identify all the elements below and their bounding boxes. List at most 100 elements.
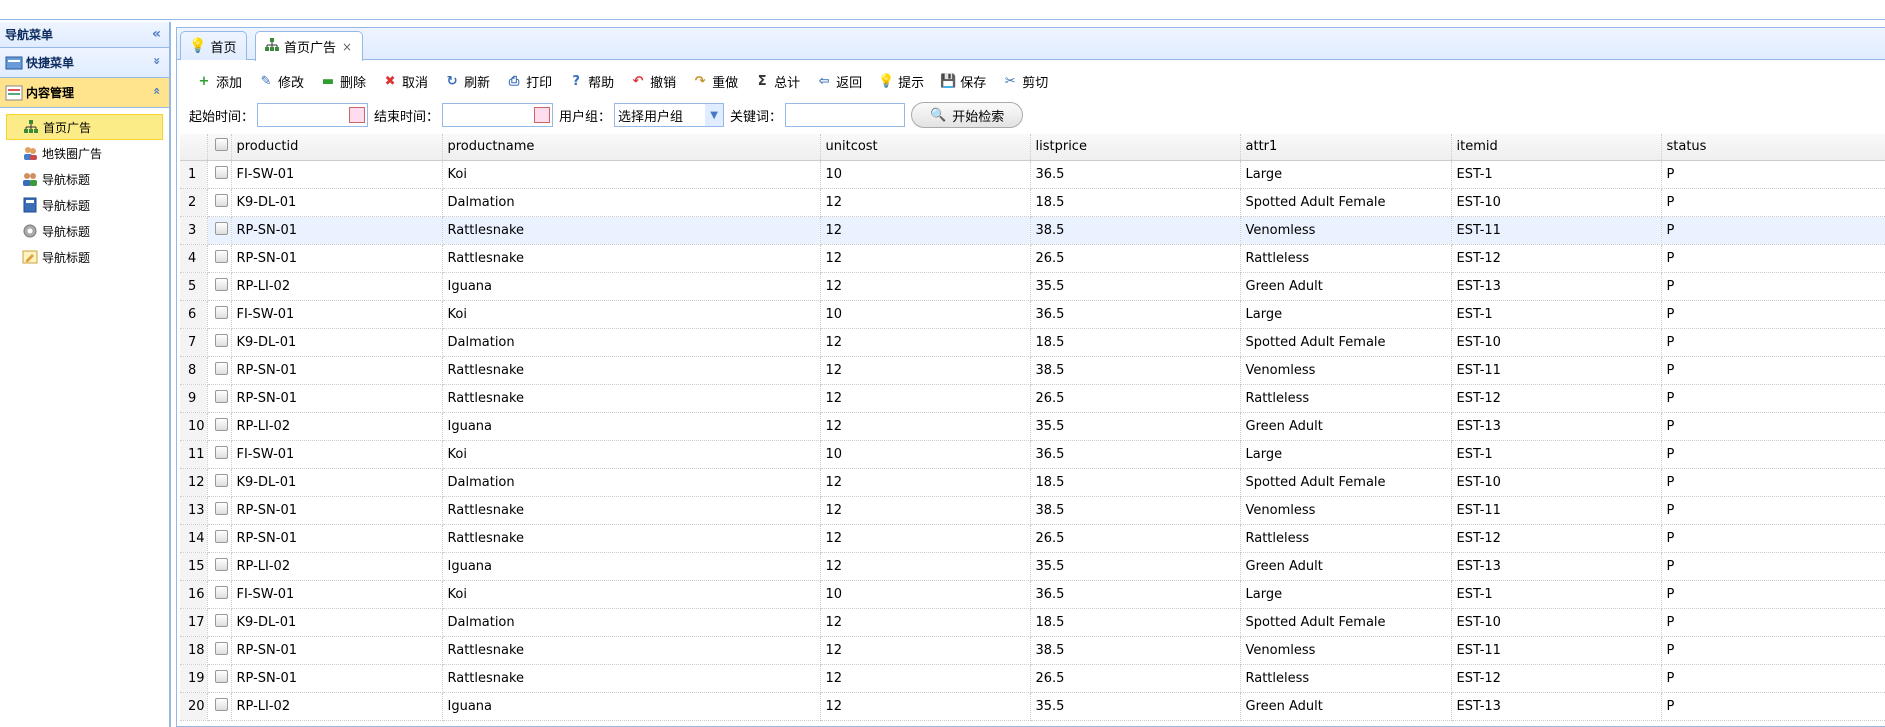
table-row[interactable]: 18 RP-SN-01 Rattlesnake 12 38.5 Venomless EST-… — [180, 636, 1885, 665]
row-checkbox[interactable] — [207, 188, 232, 217]
table-row[interactable]: 19 RP-SN-01 Rattlesnake 12 26.5 Rattleless EST… — [180, 664, 1885, 693]
keyword-input[interactable] — [785, 103, 906, 127]
cancel-button[interactable]: ✖ 取消 — [381, 72, 428, 91]
column-header-status[interactable]: status — [1661, 134, 1885, 161]
table-row[interactable]: 3 RP-SN-01 Rattlesnake 12 38.5 Venomless EST-1… — [180, 216, 1885, 245]
cell-attr1: Spotted Adult Female — [1240, 608, 1452, 637]
table-row[interactable]: 7 K9-DL-01 Dalmation 12 18.5 Spotted Adult Fe… — [180, 328, 1885, 357]
reload-icon: ↻ — [446, 73, 458, 89]
row-checkbox[interactable] — [207, 440, 232, 469]
tab-home[interactable]: 💡 首页 — [180, 31, 248, 60]
row-checkbox[interactable] — [207, 636, 232, 665]
row-checkbox[interactable] — [207, 468, 232, 497]
table-row[interactable]: 9 RP-SN-01 Rattlesnake 12 26.5 Rattleless EST-… — [180, 384, 1885, 413]
table-row[interactable]: 16 FI-SW-01 Koi 10 36.5 Large EST-1 P — [180, 580, 1885, 609]
row-checkbox[interactable] — [207, 692, 232, 721]
table-row[interactable]: 1 FI-SW-01 Koi 10 36.5 Large EST-1 P — [180, 160, 1885, 189]
cell-productname: Iguana — [442, 412, 821, 441]
row-checkbox[interactable] — [207, 384, 232, 413]
cut-button[interactable]: ✂ 剪切 — [1001, 72, 1048, 91]
row-checkbox[interactable] — [207, 496, 232, 525]
table-row[interactable]: 12 K9-DL-01 Dalmation 12 18.5 Spotted Adult F… — [180, 468, 1885, 497]
print-button[interactable]: ⎙ 打印 — [505, 72, 552, 91]
tree-item-nav-title-3[interactable]: 导航标题 — [6, 218, 169, 244]
row-checkbox[interactable] — [207, 608, 232, 637]
column-header-itemid[interactable]: itemid — [1451, 134, 1662, 161]
search-button[interactable]: 🔍 开始检索 — [911, 102, 1024, 128]
tree-item-nav-title-2[interactable]: 导航标题 — [6, 192, 169, 218]
print-icon: ⎙ — [508, 73, 520, 89]
tree-item-home-ads[interactable]: 首页广告 — [6, 114, 163, 140]
table-row[interactable]: 13 RP-SN-01 Rattlesnake 12 38.5 Venomless EST-… — [180, 496, 1885, 525]
table-row[interactable]: 6 FI-SW-01 Koi 10 36.5 Large EST-1 P — [180, 300, 1885, 329]
undo-button[interactable]: ↶ 撤销 — [629, 72, 676, 91]
row-checkbox[interactable] — [207, 356, 232, 385]
table-row[interactable]: 4 RP-SN-01 Rattlesnake 12 26.5 Rattleless EST-… — [180, 244, 1885, 273]
column-header-productname[interactable]: productname — [442, 134, 821, 161]
table-row[interactable]: 8 RP-SN-01 Rattlesnake 12 38.5 Venomless EST-1… — [180, 356, 1885, 385]
help-button[interactable]: ? 帮助 — [567, 72, 614, 91]
collapse-panel-icon[interactable]: « — [152, 26, 161, 42]
tree-item-metro-ads[interactable]: 地铁圈广告 — [6, 140, 169, 166]
content-icon — [5, 85, 23, 101]
row-number: 7 — [180, 328, 208, 357]
remove-button[interactable]: ▬ 删除 — [319, 72, 366, 91]
row-checkbox[interactable] — [207, 244, 232, 273]
user-group-select[interactable]: 选择用户组 ▼ — [614, 103, 725, 127]
user-group-value: 选择用户组 — [618, 109, 684, 125]
cell-attr1: Large — [1240, 160, 1452, 189]
row-checkbox[interactable] — [207, 664, 232, 693]
tree-item-nav-title-4[interactable]: 导航标题 — [6, 244, 169, 270]
accordion-content-management[interactable]: 内容管理 « — [0, 78, 169, 108]
row-checkbox[interactable] — [207, 216, 232, 245]
row-number: 10 — [180, 412, 208, 441]
save-button[interactable]: 💾 保存 — [939, 72, 986, 91]
row-checkbox[interactable] — [207, 272, 232, 301]
add-icon: + — [198, 73, 210, 89]
end-time-input[interactable] — [442, 103, 554, 127]
row-number: 16 — [180, 580, 208, 609]
row-checkbox[interactable] — [207, 412, 232, 441]
back-button[interactable]: ⇦ 返回 — [815, 72, 862, 91]
reload-button[interactable]: ↻ 刷新 — [443, 72, 490, 91]
chevron-down-icon[interactable]: » — [150, 57, 164, 65]
redo-button[interactable]: ↷ 重做 — [691, 72, 738, 91]
table-row[interactable]: 10 RP-LI-02 Iguana 12 35.5 Green Adult EST-13 P — [180, 412, 1885, 441]
select-all-checkbox[interactable] — [207, 134, 232, 161]
accordion-quick-menu[interactable]: 快捷菜单 » — [0, 48, 169, 78]
table-row[interactable]: 5 RP-LI-02 Iguana 12 35.5 Green Adult EST-13 P — [180, 272, 1885, 301]
row-checkbox[interactable] — [207, 524, 232, 553]
table-row[interactable]: 2 K9-DL-01 Dalmation 12 18.5 Spotted Adult Fe… — [180, 188, 1885, 217]
close-icon[interactable]: × — [342, 40, 352, 54]
cell-productname: Rattlesnake — [442, 356, 821, 385]
chevron-down-icon[interactable]: ▼ — [705, 104, 724, 126]
row-checkbox[interactable] — [207, 300, 232, 329]
add-button[interactable]: + 添加 — [195, 72, 242, 91]
row-checkbox[interactable] — [207, 160, 232, 189]
column-header-attr1[interactable]: attr1 — [1240, 134, 1452, 161]
calendar-icon[interactable] — [349, 107, 366, 123]
table-row[interactable]: 15 RP-LI-02 Iguana 12 35.5 Green Adult EST-13 P — [180, 552, 1885, 581]
column-header-unitcost[interactable]: unitcost — [820, 134, 1031, 161]
table-row[interactable]: 20 RP-LI-02 Iguana 12 35.5 Green Adult EST-13 P — [180, 692, 1885, 721]
edit-button[interactable]: ✎ 修改 — [257, 72, 304, 91]
row-checkbox[interactable] — [207, 552, 232, 581]
column-header-listprice[interactable]: listprice — [1030, 134, 1241, 161]
row-number: 18 — [180, 636, 208, 665]
user-group-label: 用户组： — [559, 109, 612, 125]
tip-button[interactable]: 💡 提示 — [877, 72, 924, 91]
row-number: 17 — [180, 608, 208, 637]
table-row[interactable]: 17 K9-DL-01 Dalmation 12 18.5 Spotted Adult F… — [180, 608, 1885, 637]
calendar-icon[interactable] — [534, 107, 551, 123]
tab-home-ads[interactable]: 首页广告 × — [255, 31, 364, 61]
start-time-input[interactable] — [257, 103, 369, 127]
row-checkbox[interactable] — [207, 580, 232, 609]
table-row[interactable]: 14 RP-SN-01 Rattlesnake 12 26.5 Rattleless EST… — [180, 524, 1885, 553]
row-checkbox[interactable] — [207, 328, 232, 357]
chevron-up-icon[interactable]: « — [150, 87, 164, 95]
column-header-productid[interactable]: productid — [231, 134, 443, 161]
sum-button[interactable]: Σ 总计 — [753, 72, 800, 91]
row-number: 5 — [180, 272, 208, 301]
tree-item-nav-title-1[interactable]: 导航标题 — [6, 166, 169, 192]
table-row[interactable]: 11 FI-SW-01 Koi 10 36.5 Large EST-1 P — [180, 440, 1885, 469]
